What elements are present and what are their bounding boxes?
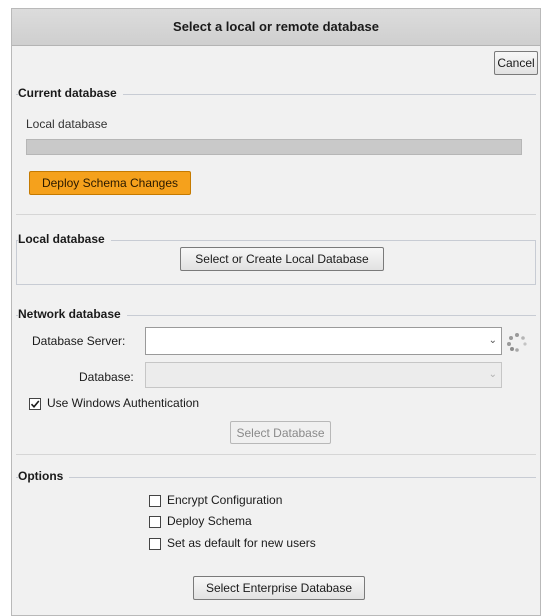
encrypt-configuration-checkbox[interactable] bbox=[149, 495, 161, 507]
select-enterprise-database-button[interactable]: Select Enterprise Database bbox=[193, 576, 365, 600]
select-create-local-database-button[interactable]: Select or Create Local Database bbox=[180, 247, 384, 271]
cancel-button[interactable]: Cancel bbox=[494, 51, 538, 75]
deploy-schema-label[interactable]: Deploy Schema bbox=[167, 514, 252, 528]
current-database-group-title: Current database bbox=[18, 86, 123, 100]
database-dialog: Select a local or remote database Cancel… bbox=[11, 8, 541, 616]
options-group-line bbox=[16, 477, 536, 478]
database-server-combobox[interactable]: ⌄ bbox=[145, 327, 502, 355]
checkmark-icon bbox=[30, 400, 40, 409]
database-combobox: ⌄ bbox=[145, 362, 502, 388]
dialog-title: Select a local or remote database bbox=[12, 9, 540, 46]
windows-auth-label[interactable]: Use Windows Authentication bbox=[47, 396, 199, 410]
chevron-down-icon[interactable]: ⌄ bbox=[489, 334, 497, 348]
deploy-schema-changes-button[interactable]: Deploy Schema Changes bbox=[29, 171, 191, 195]
local-database-group-title: Local database bbox=[18, 232, 111, 246]
database-input bbox=[146, 363, 487, 387]
database-label: Database: bbox=[79, 370, 134, 384]
spinner-icon bbox=[507, 333, 527, 352]
select-database-button[interactable]: Select Database bbox=[230, 421, 331, 444]
set-default-checkbox[interactable] bbox=[149, 538, 161, 550]
set-default-label[interactable]: Set as default for new users bbox=[167, 536, 316, 550]
windows-auth-checkbox[interactable] bbox=[29, 398, 41, 410]
encrypt-configuration-label[interactable]: Encrypt Configuration bbox=[167, 493, 282, 507]
section-separator bbox=[16, 214, 536, 215]
options-group-title: Options bbox=[18, 469, 70, 483]
database-server-label: Database Server: bbox=[32, 334, 126, 348]
database-server-input[interactable] bbox=[146, 328, 487, 354]
network-database-group-title: Network database bbox=[18, 307, 127, 321]
current-database-path-bar bbox=[26, 139, 522, 155]
chevron-down-icon: ⌄ bbox=[488, 369, 497, 380]
deploy-schema-checkbox[interactable] bbox=[149, 516, 161, 528]
current-database-label: Local database bbox=[26, 117, 108, 131]
section-separator bbox=[16, 454, 536, 455]
